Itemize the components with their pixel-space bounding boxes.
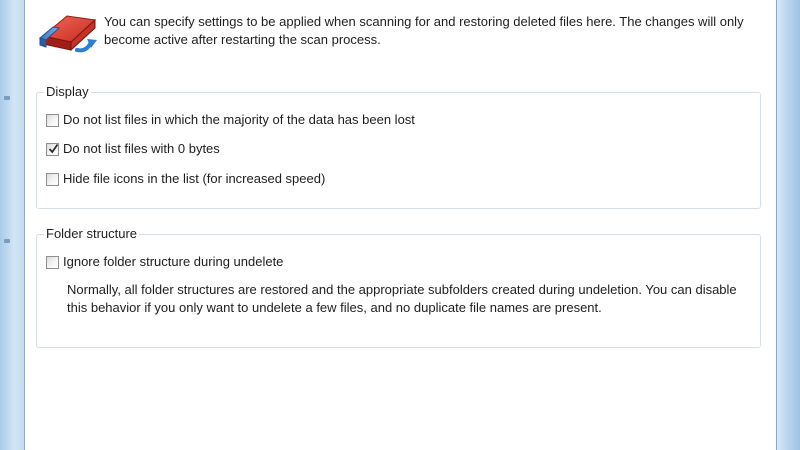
- header-description: You can specify settings to be applied w…: [104, 14, 744, 47]
- display-group: Display Do not list files in which the m…: [36, 84, 761, 209]
- option-hide-zero-byte-files[interactable]: Do not list files with 0 bytes: [46, 140, 220, 158]
- folder-structure-legend: Folder structure: [44, 226, 140, 242]
- folder-structure-group: Folder structure Ignore folder structure…: [36, 226, 761, 348]
- checkmark-icon: [48, 143, 59, 153]
- option-label: Do not list files in which the majority …: [63, 112, 415, 127]
- settings-window: You can specify settings to be applied w…: [0, 0, 800, 450]
- left-window-frame: [0, 0, 25, 450]
- right-window-frame: [777, 0, 800, 450]
- settings-panel: You can specify settings to be applied w…: [25, 0, 777, 450]
- checkbox[interactable]: [46, 172, 59, 186]
- option-hide-mostly-lost-files[interactable]: Do not list files in which the majority …: [46, 111, 415, 129]
- eraser-restore-icon: [38, 15, 97, 53]
- checkbox[interactable]: [46, 113, 59, 127]
- option-label: Do not list files with 0 bytes: [63, 141, 220, 156]
- checkbox[interactable]: [46, 142, 59, 156]
- option-label: Hide file icons in the list (for increas…: [63, 171, 326, 186]
- option-ignore-folder-structure[interactable]: Ignore folder structure during undelete: [46, 253, 283, 271]
- option-hide-file-icons[interactable]: Hide file icons in the list (for increas…: [46, 170, 325, 188]
- option-label: Ignore folder structure during undelete: [63, 254, 284, 269]
- frame-marker: [4, 96, 10, 100]
- frame-marker: [4, 239, 10, 243]
- display-group-legend: Display: [44, 84, 91, 100]
- checkbox[interactable]: [46, 255, 59, 269]
- folder-structure-description: Normally, all folder structures are rest…: [67, 282, 737, 315]
